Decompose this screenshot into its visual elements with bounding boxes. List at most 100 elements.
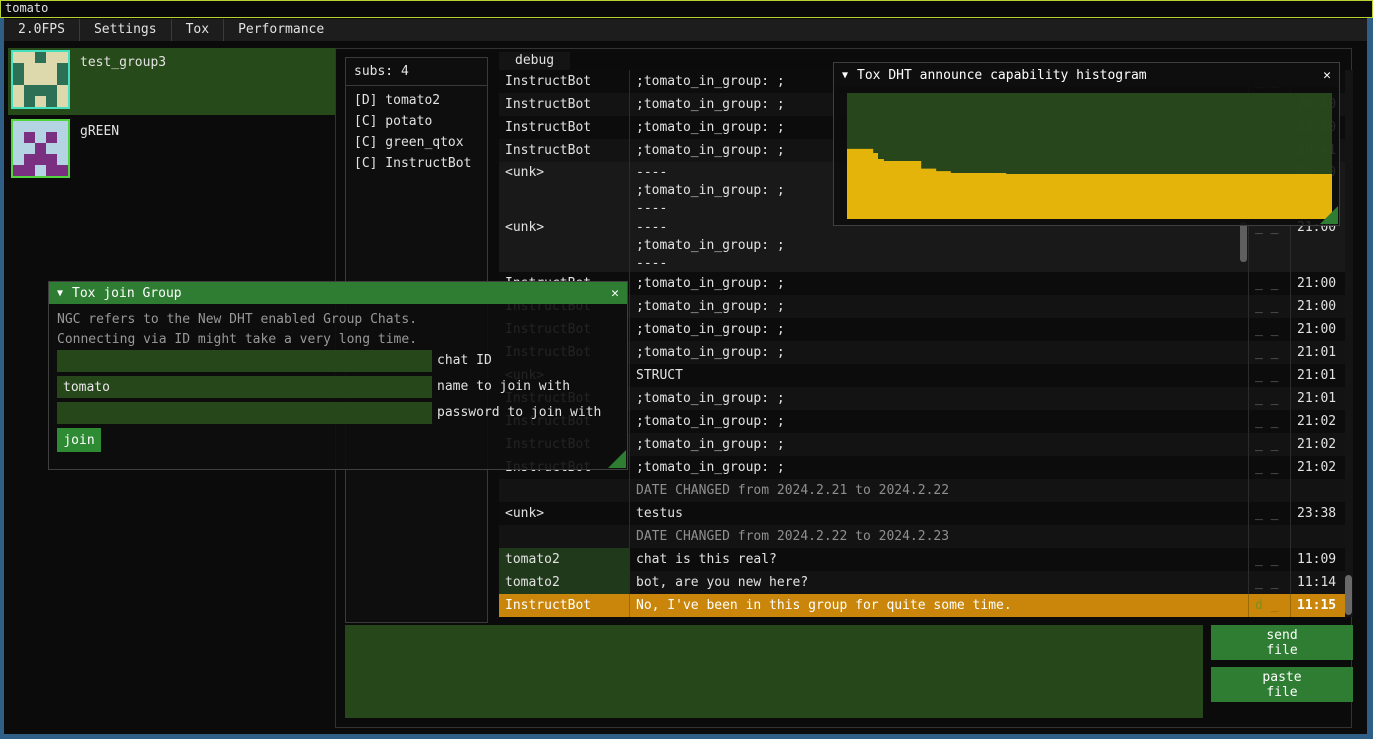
chat-message-time: [1291, 525, 1345, 548]
group-avatar: [11, 50, 70, 109]
chat-message-time: 21:00: [1291, 272, 1345, 295]
avatar-pixel: [57, 96, 68, 107]
avatar-pixel: [24, 74, 35, 85]
contact-item-gREEN[interactable]: gREEN: [8, 117, 335, 184]
avatar-pixel: [13, 121, 24, 132]
chat-system-row: DATE CHANGED from 2024.2.22 to 2024.2.23: [499, 525, 1345, 548]
avatar-pixel: [57, 132, 68, 143]
avatar-pixel: [57, 52, 68, 63]
avatar-pixel: [46, 52, 57, 63]
resize-grip-icon[interactable]: [608, 450, 626, 468]
avatar-pixel: [35, 96, 46, 107]
chat-message-text: ;tomato_in_group: ;: [630, 387, 1249, 410]
join-name-input[interactable]: [57, 376, 432, 398]
chat-message-name: tomato2: [499, 571, 630, 594]
chat-id-input[interactable]: [57, 350, 432, 372]
chat-message-text: ;tomato_in_group: ;: [630, 456, 1249, 479]
menu-item-performance[interactable]: Performance: [224, 19, 338, 41]
avatar-pixel: [13, 96, 24, 107]
avatar-pixel: [13, 132, 24, 143]
menu-item-tox[interactable]: Tox: [172, 19, 223, 41]
chat-message-text: chat is this real?: [630, 548, 1249, 571]
avatar-pixel: [46, 63, 57, 74]
chat-message-text: STRUCT: [630, 364, 1249, 387]
avatar-pixel: [24, 154, 35, 165]
contact-item-test_group3[interactable]: test_group3: [8, 48, 335, 115]
avatar-pixel: [13, 85, 24, 96]
avatar-pixel: [57, 143, 68, 154]
message-cell-scrollbar[interactable]: [1240, 222, 1247, 262]
chat-message-name: <unk>: [499, 217, 630, 272]
resize-grip-icon[interactable]: [1320, 206, 1338, 224]
chat-message-time: 21:01: [1291, 341, 1345, 364]
avatar-pixel: [46, 143, 57, 154]
dht-histogram-titlebar[interactable]: ▼ Tox DHT announce capability histogram …: [834, 63, 1339, 87]
close-icon[interactable]: ✕: [1323, 68, 1331, 83]
join-password-label: password to join with: [437, 402, 601, 424]
menu-item-settings[interactable]: Settings: [80, 19, 171, 41]
chat-message-status: [1249, 525, 1291, 548]
chat-row: InstructBotNo, I've been in this group f…: [499, 594, 1345, 617]
avatar-pixel: [46, 85, 57, 96]
chat-message-status: _ _: [1249, 433, 1291, 456]
chat-message-name: [499, 479, 630, 502]
chat-message-time: 21:00: [1291, 318, 1345, 341]
chat-scrollbar[interactable]: [1345, 70, 1353, 617]
join-name-label: name to join with: [437, 376, 570, 398]
chat-message-text: ;tomato_in_group: ;: [630, 318, 1249, 341]
chat-message-name: [499, 525, 630, 548]
os-title-bar: tomato: [0, 0, 1373, 18]
collapse-arrow-icon[interactable]: ▼: [842, 70, 848, 81]
tab-debug[interactable]: debug: [499, 52, 570, 70]
avatar-pixel: [24, 132, 35, 143]
app-window: tomato 2.0FPS SettingsToxPerformance tes…: [0, 0, 1373, 739]
subs-count-label: subs: 4: [346, 58, 487, 83]
join-hint-line1: NGC refers to the New DHT enabled Group …: [57, 312, 417, 327]
chat-message-time: 21:00: [1291, 295, 1345, 318]
chat-message-text: DATE CHANGED from 2024.2.21 to 2024.2.22: [630, 479, 1249, 502]
avatar-pixel: [35, 154, 46, 165]
paste-file-button[interactable]: paste file: [1211, 667, 1353, 702]
chat-message-time: 21:02: [1291, 410, 1345, 433]
avatar-pixel: [57, 154, 68, 165]
avatar-pixel: [24, 85, 35, 96]
chat-message-time: 23:38: [1291, 502, 1345, 525]
chat-message-time: 11:09: [1291, 548, 1345, 571]
close-icon[interactable]: ✕: [611, 286, 619, 301]
chat-message-name: <unk>: [499, 502, 630, 525]
chat-message-text: bot, are you new here?: [630, 571, 1249, 594]
avatar-pixel: [24, 121, 35, 132]
join-group-titlebar[interactable]: ▼ Tox join Group ✕: [49, 282, 627, 304]
avatar-pixel: [24, 143, 35, 154]
chat-message-status: _ _: [1249, 364, 1291, 387]
avatar-pixel: [35, 121, 46, 132]
avatar-pixel: [13, 143, 24, 154]
chat-message-time: 21:02: [1291, 456, 1345, 479]
avatar-pixel: [13, 63, 24, 74]
join-password-input[interactable]: [57, 402, 432, 424]
chat-message-status: _ _: [1249, 341, 1291, 364]
read-indicator: _: [1263, 598, 1279, 613]
avatar-pixel: [35, 85, 46, 96]
chat-message-text: DATE CHANGED from 2024.2.22 to 2024.2.23: [630, 525, 1249, 548]
chat-message-name: InstructBot: [499, 116, 630, 139]
avatar-pixel: [13, 165, 24, 176]
window-title: tomato: [5, 1, 48, 15]
collapse-arrow-icon[interactable]: ▼: [57, 288, 63, 299]
chat-message-status: _ _: [1249, 318, 1291, 341]
avatar-pixel: [46, 165, 57, 176]
chat-message-name: InstructBot: [499, 139, 630, 162]
message-input[interactable]: [345, 625, 1203, 718]
separator: [346, 85, 487, 86]
avatar-pixel: [57, 85, 68, 96]
send-file-button[interactable]: send file: [1211, 625, 1353, 660]
chat-message-text: testus: [630, 502, 1249, 525]
chat-message-time: 11:14: [1291, 571, 1345, 594]
avatar-pixel: [35, 132, 46, 143]
chat-scrollbar-thumb[interactable]: [1345, 575, 1352, 615]
chat-row: tomato2chat is this real?_ _11:09: [499, 548, 1345, 571]
chat-row: tomato2bot, are you new here?_ _11:14: [499, 571, 1345, 594]
avatar-pixel: [46, 96, 57, 107]
avatar-pixel: [46, 74, 57, 85]
join-button[interactable]: join: [57, 428, 101, 452]
